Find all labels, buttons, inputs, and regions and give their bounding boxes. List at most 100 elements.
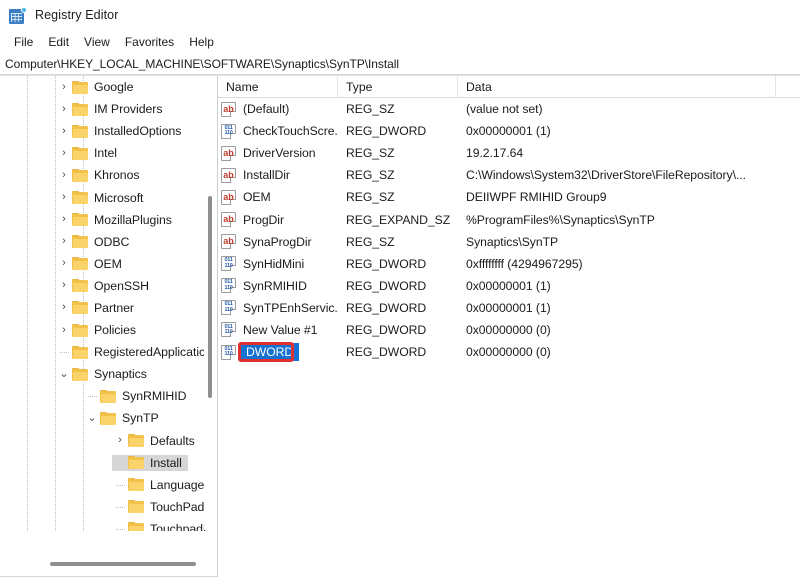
tree-item-content: › ODBC [56, 234, 135, 250]
cell-data: C:\Windows\System32\DriverStore\FileRepo… [466, 168, 746, 183]
tree-vertical-scrollbar[interactable] [204, 78, 215, 530]
cell-type: REG_DWORD [346, 256, 427, 271]
chevron-right-icon[interactable]: › [56, 125, 72, 137]
tree-item-registeredapplicatic[interactable]: RegisteredApplicatic [0, 341, 206, 363]
table-row[interactable]: ab ProgDir REG_EXPAND_SZ %ProgramFiles%\Syn… [218, 208, 800, 230]
address-bar[interactable]: Computer\HKEY_LOCAL_MACHINE\SOFTWARE\Syn… [0, 53, 800, 75]
value-name-label: (Default) [243, 102, 290, 117]
tree-horizontal-scrollbar[interactable] [4, 558, 212, 569]
table-row[interactable]: ab (Default) REG_SZ (value not set) [218, 98, 800, 120]
cell-name: 011 110 SynRMIHID [218, 278, 338, 294]
menu-edit[interactable]: Edit [41, 33, 77, 51]
tree-item-content: › Defaults [112, 433, 201, 449]
tree-item-intel[interactable]: › Intel [0, 142, 206, 164]
chevron-right-icon[interactable]: › [56, 214, 72, 225]
column-header-data[interactable]: Data [458, 76, 776, 98]
chevron-down-icon[interactable]: ⌄ [56, 368, 72, 380]
tree-item-touchpadhexi[interactable]: TouchpadHexI [0, 518, 206, 531]
chevron-right-icon[interactable]: › [56, 81, 72, 93]
cell-name: 011 110 SynHidMini [218, 256, 338, 272]
table-row[interactable]: 011 110 SynTPEnhServic... REG_DWORD 0x000000… [218, 297, 800, 319]
value-name-label: SynTPEnhServic... [243, 300, 338, 315]
tree-item-oem[interactable]: › OEM [0, 253, 206, 275]
table-row[interactable]: ab InstallDir REG_SZ C:\Windows\System32\Dr… [218, 164, 800, 186]
tree-item-synaptics[interactable]: ⌄ Synaptics [0, 363, 206, 385]
menu-favorites[interactable]: Favorites [118, 33, 182, 51]
tree-item-label: ODBC [94, 234, 130, 249]
dword-value-icon: 011 110 [221, 322, 236, 338]
tree-item-content: › OpenSSH [56, 278, 155, 294]
cell-type: REG_DWORD [346, 345, 427, 360]
tree-item-label: TouchPad [150, 499, 205, 514]
tree-item-mozillaplugins[interactable]: › MozillaPlugins [0, 209, 206, 231]
tree-item-content: › Microsoft [56, 190, 149, 206]
table-row[interactable]: 011 110 SynRMIHID REG_DWORD 0x00000001 (1) [218, 275, 800, 297]
registry-tree-panel[interactable]: › Google › IM Providers › InstalledOptions › In… [0, 76, 218, 577]
chevron-right-icon[interactable]: › [56, 147, 72, 159]
window-title: Registry Editor [35, 8, 119, 22]
tree-item-languages[interactable]: Languages [0, 474, 206, 496]
values-list-panel[interactable]: Name Type Data ab (Default) REG_SZ (value n… [218, 76, 800, 577]
tree-item-policies[interactable]: › Policies [0, 319, 206, 341]
chevron-right-icon[interactable]: › [56, 103, 72, 115]
tree-item-defaults[interactable]: › Defaults [0, 430, 206, 452]
menu-file[interactable]: File [7, 33, 41, 51]
tree-item-install[interactable]: Install [0, 452, 206, 474]
tree-item-partner[interactable]: › Partner [0, 297, 206, 319]
cell-name: 011 110 SynTPEnhServic... [218, 300, 338, 316]
folder-icon [72, 279, 88, 293]
table-row[interactable]: ab OEM REG_SZ DEIIWPF RMIHID Group9 [218, 186, 800, 208]
tree-item-microsoft[interactable]: › Microsoft [0, 186, 206, 208]
table-row[interactable]: 011 110 CheckTouchScre... REG_DWORD 0x000000… [218, 120, 800, 142]
tree-item-synrmihid[interactable]: SynRMIHID [0, 385, 206, 407]
tree-item-odbc[interactable]: › ODBC [0, 231, 206, 253]
tree-item-label: MozillaPlugins [94, 212, 172, 227]
tree-item-content: › Partner [56, 300, 140, 316]
chevron-right-icon[interactable]: › [56, 280, 72, 291]
tree-item-openssh[interactable]: › OpenSSH [0, 275, 206, 297]
menu-help[interactable]: Help [182, 33, 222, 51]
string-value-icon: ab [221, 212, 236, 228]
tree-item-label: SynRMIHID [122, 389, 187, 404]
tree-item-khronos[interactable]: › Khronos [0, 164, 206, 186]
tree-item-im-providers[interactable]: › IM Providers [0, 98, 206, 120]
cell-data: Synaptics\SynTP [466, 234, 559, 249]
folder-icon [72, 235, 88, 249]
tree-item-touchpad[interactable]: TouchPad [0, 496, 206, 518]
folder-icon [72, 367, 88, 381]
registry-editor-icon [9, 6, 27, 24]
tree-item-content: Languages [112, 477, 206, 493]
string-value-icon: ab [221, 101, 236, 117]
table-row[interactable]: ab DriverVersion REG_SZ 19.2.17.64 [218, 142, 800, 164]
menu-view[interactable]: View [77, 33, 118, 51]
tree-vertical-scrollbar-thumb[interactable] [208, 196, 212, 398]
table-row[interactable]: 011 110 SynHidMini REG_DWORD 0xffffffff (429… [218, 253, 800, 275]
cell-data: 0x00000001 (1) [466, 124, 551, 139]
chevron-right-icon[interactable]: › [56, 192, 72, 203]
tree-item-installedoptions[interactable]: › InstalledOptions [0, 120, 206, 142]
tree-item-google[interactable]: › Google [0, 76, 206, 98]
value-name-label: SynaProgDir [243, 234, 312, 249]
folder-icon [72, 168, 88, 182]
chevron-right-icon[interactable]: › [56, 324, 72, 336]
chevron-right-icon[interactable]: › [56, 258, 72, 269]
table-row[interactable]: 011 110 New Value #1 REG_DWORD 0x00000000 (0… [218, 319, 800, 341]
registry-path: Computer\HKEY_LOCAL_MACHINE\SOFTWARE\Syn… [5, 56, 400, 71]
chevron-right-icon[interactable]: › [56, 236, 72, 247]
cell-name: ab SynaProgDir [218, 234, 338, 250]
tree-horizontal-scrollbar-thumb[interactable] [50, 562, 196, 566]
value-name-label: InstallDir [243, 168, 290, 183]
chevron-down-icon[interactable]: ⌄ [84, 412, 100, 424]
table-row[interactable]: ab SynaProgDir REG_SZ Synaptics\SynTP [218, 231, 800, 253]
tree-item-content: › Intel [56, 145, 123, 161]
chevron-right-icon[interactable]: › [56, 169, 72, 181]
tree-item-content: SynRMIHID [84, 388, 192, 404]
column-header-type[interactable]: Type [338, 76, 458, 98]
tree-item-syntp[interactable]: ⌄ SynTP [0, 407, 206, 429]
chevron-right-icon[interactable]: › [112, 435, 128, 446]
chevron-right-icon[interactable]: › [56, 302, 72, 313]
folder-icon [72, 80, 88, 94]
value-name-edit-field[interactable]: DWORD [241, 343, 300, 362]
table-row[interactable]: 011 110 DWORD REG_DWORD 0x00000000 (0) [218, 341, 800, 363]
column-header-name[interactable]: Name [218, 76, 338, 98]
